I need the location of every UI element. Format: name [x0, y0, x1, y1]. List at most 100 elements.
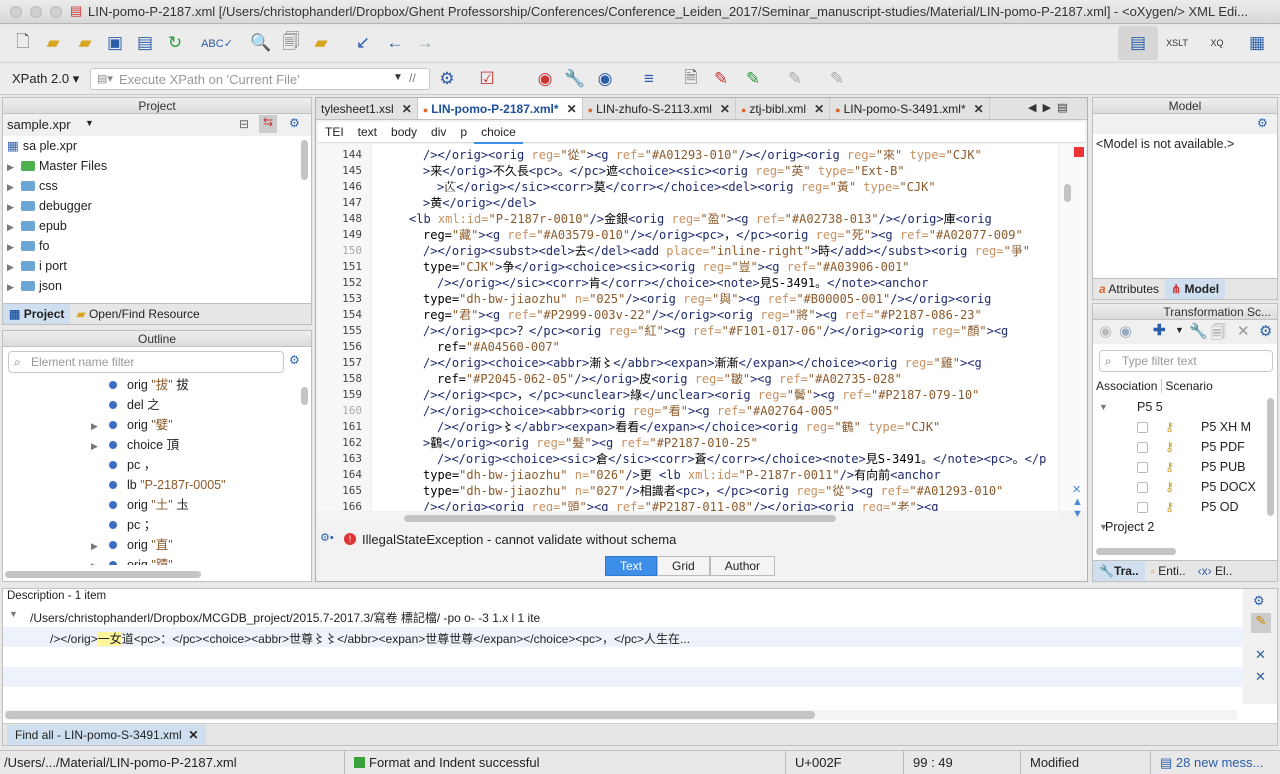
outline-item[interactable]: ▶ orig "直" [3, 535, 298, 555]
outline-item[interactable]: pc ， [3, 455, 298, 475]
outline-item[interactable]: lb "P-2187r-0005" [3, 475, 298, 495]
tab-list-icon[interactable]: ▤ [1057, 102, 1067, 114]
tab-model[interactable]: ⋔ Model [1165, 279, 1226, 299]
outline-settings-icon[interactable]: ⚙ [289, 353, 300, 367]
scenario-checkbox[interactable] [1137, 442, 1148, 453]
outline-item[interactable]: ▶ orig "嬖" [3, 415, 298, 435]
scenario-checkbox[interactable] [1137, 422, 1148, 433]
accept-change-icon[interactable]: ✎ [742, 68, 764, 90]
editor-tab[interactable]: ● LIN-pomo-P-2187.xml* ✕ [417, 98, 583, 119]
tab-attributes[interactable]: a Attributes [1093, 279, 1165, 299]
project-tree-item[interactable]: ▶ debugger [7, 196, 311, 216]
validate-icon[interactable]: ☑ [476, 68, 498, 90]
new-file-icon[interactable]: 🗋 [12, 32, 34, 54]
editor-tab[interactable]: ● LIN-zhufo-S-2113.xml ✕ [583, 98, 736, 119]
toggle-comment-icon[interactable]: 🗎 [680, 68, 702, 90]
remove-icon[interactable]: ✕ [1255, 647, 1266, 663]
tab-scroll-controls[interactable]: ◀ ▶ ▤ [1028, 101, 1068, 114]
close-tab-icon[interactable]: ✕ [402, 102, 412, 116]
forward-icon[interactable]: → [414, 32, 436, 54]
project-settings-icon[interactable]: ⚙ [289, 116, 300, 130]
outline-item[interactable]: ▶ choice 頂 [3, 435, 298, 455]
perspective-editor-button[interactable]: ▤ [1118, 26, 1158, 60]
reload-icon[interactable]: ↻ [164, 32, 186, 54]
breadcrumb-item[interactable]: TEI [318, 122, 351, 142]
scenario-row[interactable]: ⚷ P5 PUB [1093, 457, 1263, 477]
outline-hscroll[interactable] [5, 571, 201, 578]
result-match-row[interactable]: /></orig>一女道<pc>：</pc><choice><abbr>世尊〻〻… [3, 627, 1243, 647]
project-tree-item[interactable]: ▶ Master Files [7, 156, 311, 176]
column-association[interactable]: Association [1096, 379, 1157, 393]
scenario-checkbox[interactable] [1137, 462, 1148, 473]
new-scenario-dropdown-icon[interactable]: ▼ [1175, 325, 1184, 335]
breadcrumb-item[interactable]: text [351, 122, 384, 142]
scenario-checkbox[interactable] [1137, 502, 1148, 513]
zoom-window-button[interactable] [50, 6, 62, 18]
project-tree-item[interactable]: ▶ json [7, 276, 311, 296]
scenario-settings-icon[interactable]: ⚙ [1259, 322, 1272, 340]
close-tab-icon[interactable]: ✕ [974, 102, 984, 116]
xpath-filter-icon[interactable]: // [409, 71, 416, 85]
edit-icon[interactable]: ✎ [784, 68, 806, 90]
breadcrumb-item[interactable]: p [453, 122, 474, 142]
results-settings-icon[interactable]: ⚙ [1253, 593, 1265, 609]
expand-icon[interactable]: ▶ [7, 157, 17, 177]
link-with-editor-icon[interactable]: ⇆ [259, 115, 277, 133]
new-scenario-icon[interactable]: ✚ [1153, 321, 1166, 339]
open-url-icon[interactable]: ▰ [74, 32, 96, 54]
scenario-filter[interactable]: ⌕ Type filter text [1099, 350, 1273, 372]
outline-item[interactable]: del 之 [3, 395, 298, 415]
results-file-row[interactable]: ▼ /Users/christophanderl/Dropbox/MCGDB_pr… [3, 606, 1243, 626]
project-selector[interactable]: sample.xpr ▼ ⊟ ⇆ ⚙ [3, 114, 311, 136]
back-icon[interactable]: ← [384, 32, 406, 54]
scenario-checkbox[interactable] [1137, 482, 1148, 493]
scenario-group[interactable]: ▼ P5 5 [1093, 397, 1263, 417]
validation-settings-icon[interactable]: ⚙• [320, 531, 334, 544]
run-transformation-icon[interactable]: ◉ [594, 68, 616, 90]
go-to-last-modification-icon[interactable]: ↙ [352, 32, 374, 54]
editor-tab[interactable]: tylesheet1.xsl ✕ [316, 98, 418, 119]
project-tree-item[interactable]: ▦ sa ple.xpr [7, 136, 311, 156]
tab-elements[interactable]: ‹x› El.. [1192, 561, 1239, 581]
scroll-right-icon[interactable]: ▶ [1043, 102, 1051, 114]
outline-vscroll[interactable] [301, 387, 308, 405]
expand-icon[interactable]: ▶ [7, 177, 17, 197]
annotation-nav-icons[interactable]: ✕ ▲ ▼ [1072, 484, 1083, 520]
xpath-settings-icon[interactable]: ⚙ [436, 68, 458, 90]
apply-scenario-icon[interactable]: ◉ [1099, 322, 1112, 340]
expand-icon[interactable]: ▶ [7, 197, 17, 217]
open-find-resource-icon[interactable]: ▰ [310, 32, 332, 54]
editor-tab[interactable]: ● ztj-bibl.xml ✕ [736, 98, 831, 119]
results-hscroll-thumb[interactable] [5, 711, 815, 719]
scenario-row[interactable]: ⚷ P5 PDF [1093, 437, 1263, 457]
expand-icon[interactable]: ▶ [7, 277, 17, 297]
expand-icon[interactable]: ▶ [91, 556, 101, 565]
project-tree-item[interactable]: ▶ css [7, 176, 311, 196]
reject-change-icon[interactable]: ✎ [826, 68, 848, 90]
model-settings-icon[interactable]: ⚙ [1257, 116, 1268, 130]
scenario-vscroll[interactable] [1267, 398, 1274, 516]
apply-transformation-icon[interactable]: ◉ [534, 68, 556, 90]
results-hscroll[interactable] [5, 710, 1237, 720]
configure-transformation-icon[interactable]: 🔧 [564, 68, 586, 90]
column-scenario[interactable]: Scenario [1161, 379, 1213, 393]
find-icon[interactable]: 🔍 [250, 32, 272, 54]
edit-scenario-icon[interactable]: 🔧 [1189, 322, 1208, 340]
apply-associated-icon[interactable]: ◉ [1119, 322, 1132, 340]
xslt-debugger-icon[interactable]: XSLT [1166, 32, 1188, 54]
expand-icon[interactable]: ▼ [1099, 397, 1108, 417]
outline-item[interactable]: ▶ orig "蹟" [3, 555, 298, 565]
code-editor[interactable]: 144 /></orig><orig reg="從"><g ref="#A0129… [318, 144, 1058, 511]
error-marker[interactable] [1074, 147, 1084, 157]
project-scrollbar[interactable] [301, 140, 308, 180]
track-changes-icon[interactable]: ✎ [710, 68, 732, 90]
scenario-hscroll[interactable] [1096, 548, 1176, 555]
collapse-all-icon[interactable]: ⊟ [239, 117, 249, 131]
outline-item[interactable]: orig "土" 圡 [3, 495, 298, 515]
remove-all-icon[interactable]: ✕ [1255, 669, 1266, 685]
project-tree-item[interactable]: ▶ epub [7, 216, 311, 236]
breadcrumb-item[interactable]: body [384, 122, 424, 142]
format-indent-icon[interactable]: ≡ [638, 68, 660, 90]
editor-hscroll[interactable] [318, 512, 1058, 524]
scenario-row[interactable]: ⚷ P5 OD [1093, 497, 1263, 517]
